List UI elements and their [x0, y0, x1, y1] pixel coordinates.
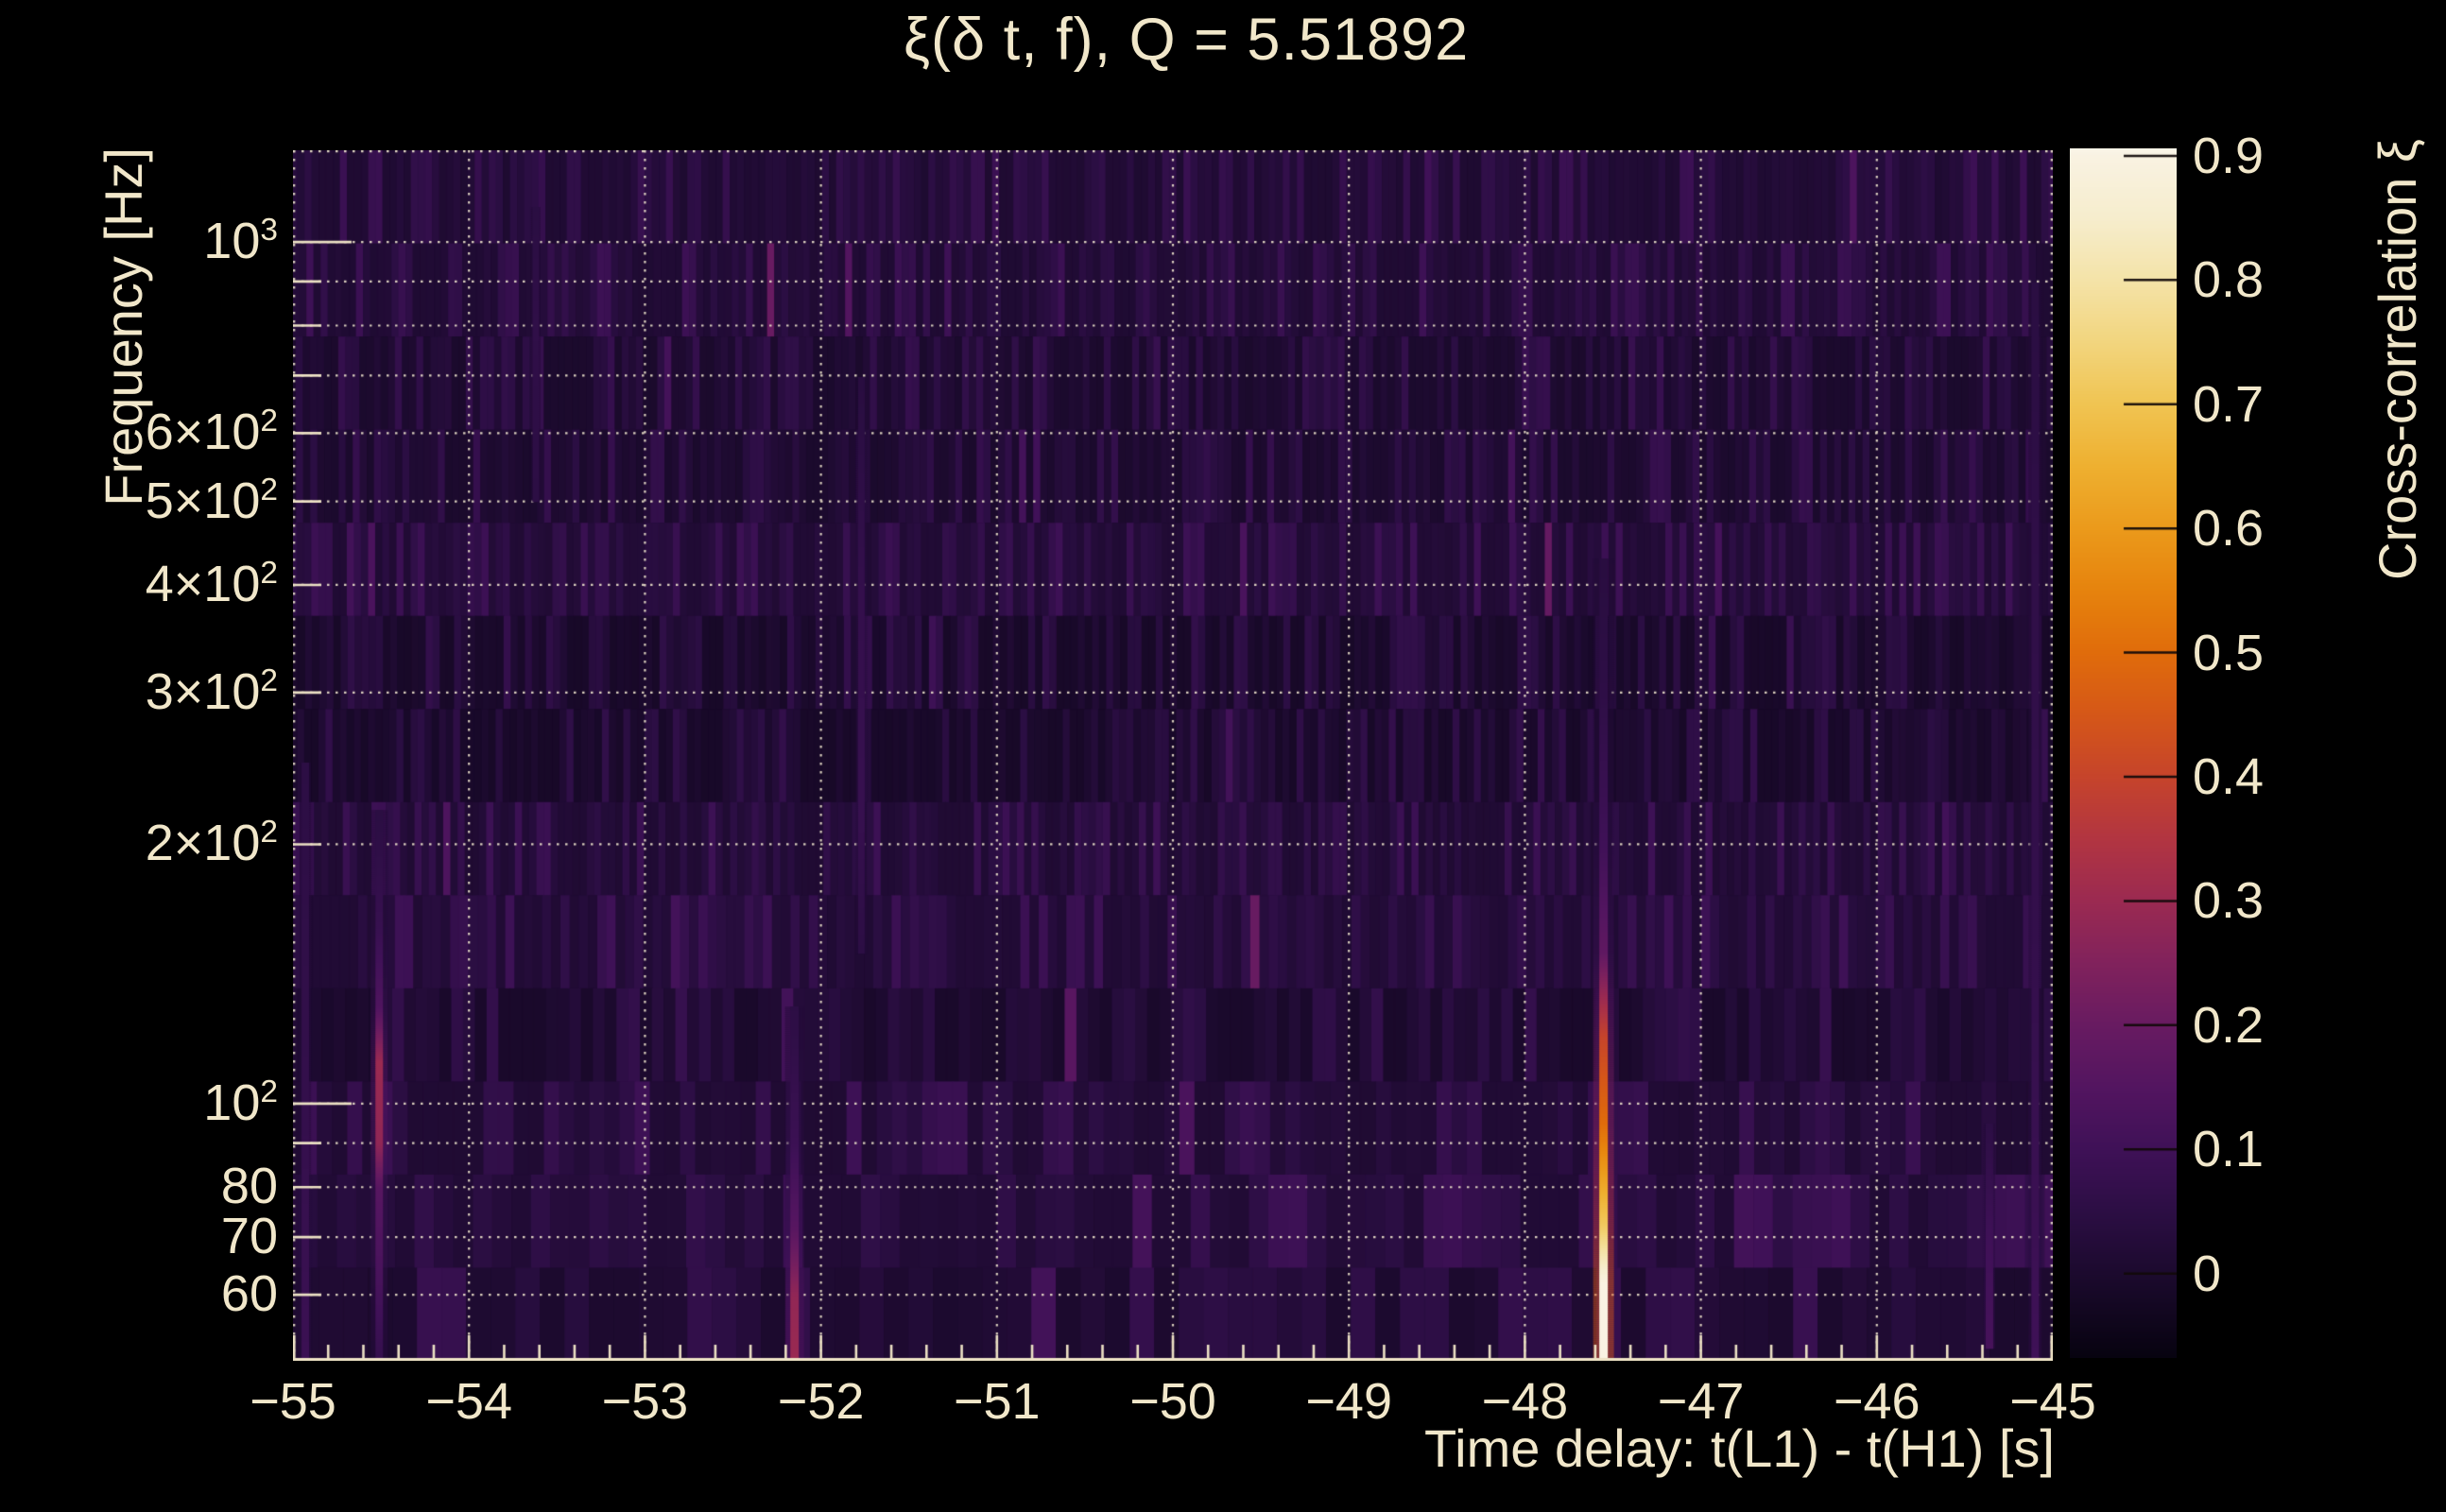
colorbar-tick-label: 0.3 [2193, 872, 2265, 930]
y-tick-label: 70 [220, 1208, 278, 1265]
x-tick-label: −47 [1657, 1373, 1745, 1430]
colorbar-tick-label: 0.6 [2193, 500, 2265, 558]
y-tick-label: 5×102 [145, 472, 278, 529]
y-tick-label: 80 [220, 1158, 278, 1215]
colorbar-tick-label: 0.4 [2193, 747, 2265, 805]
y-tick-label: 60 [220, 1265, 278, 1323]
x-tick-label: −52 [777, 1373, 865, 1430]
colorbar-tick-label: 0.1 [2193, 1121, 2265, 1178]
colorbar-tick-label: 0.8 [2193, 251, 2265, 309]
x-tick-label: −53 [601, 1373, 689, 1430]
colorbar-tick-label: 0.2 [2193, 996, 2265, 1054]
y-tick-label: 102 [203, 1074, 278, 1131]
colorbar-tick-label: 0.9 [2193, 127, 2265, 184]
x-tick-label: −54 [425, 1373, 512, 1430]
colorbar-tick-label: 0.5 [2193, 624, 2265, 681]
root-canvas-figure: ξ(δ t, f), Q = 5.51892 Frequency [Hz] Ti… [0, 0, 2446, 1512]
x-tick-label: −49 [1305, 1373, 1392, 1430]
colorbar-gradient [2070, 148, 2177, 1358]
x-tick-label: −46 [1833, 1373, 1921, 1430]
x-tick-label: −45 [2009, 1373, 2096, 1430]
y-tick-label: 3×102 [145, 662, 278, 720]
x-tick-label: −48 [1481, 1373, 1569, 1430]
y-tick-label: 4×102 [145, 555, 278, 612]
y-tick-label: 2×102 [145, 815, 278, 872]
colorbar-tick-label: 0 [2193, 1245, 2222, 1302]
y-tick-label: 6×102 [145, 404, 278, 461]
x-tick-label: −55 [250, 1373, 336, 1430]
x-tick-label: −50 [1129, 1373, 1216, 1430]
chart-title: ξ(δ t, f), Q = 5.51892 [903, 7, 1470, 73]
colorbar-axis-title: Cross-correlation ξ [2368, 139, 2427, 580]
y-tick-label: 103 [203, 213, 278, 270]
x-tick-label: −51 [953, 1373, 1041, 1430]
colorbar-tick-label: 0.7 [2193, 375, 2265, 433]
spectrogram-heatmap [293, 150, 2053, 1361]
